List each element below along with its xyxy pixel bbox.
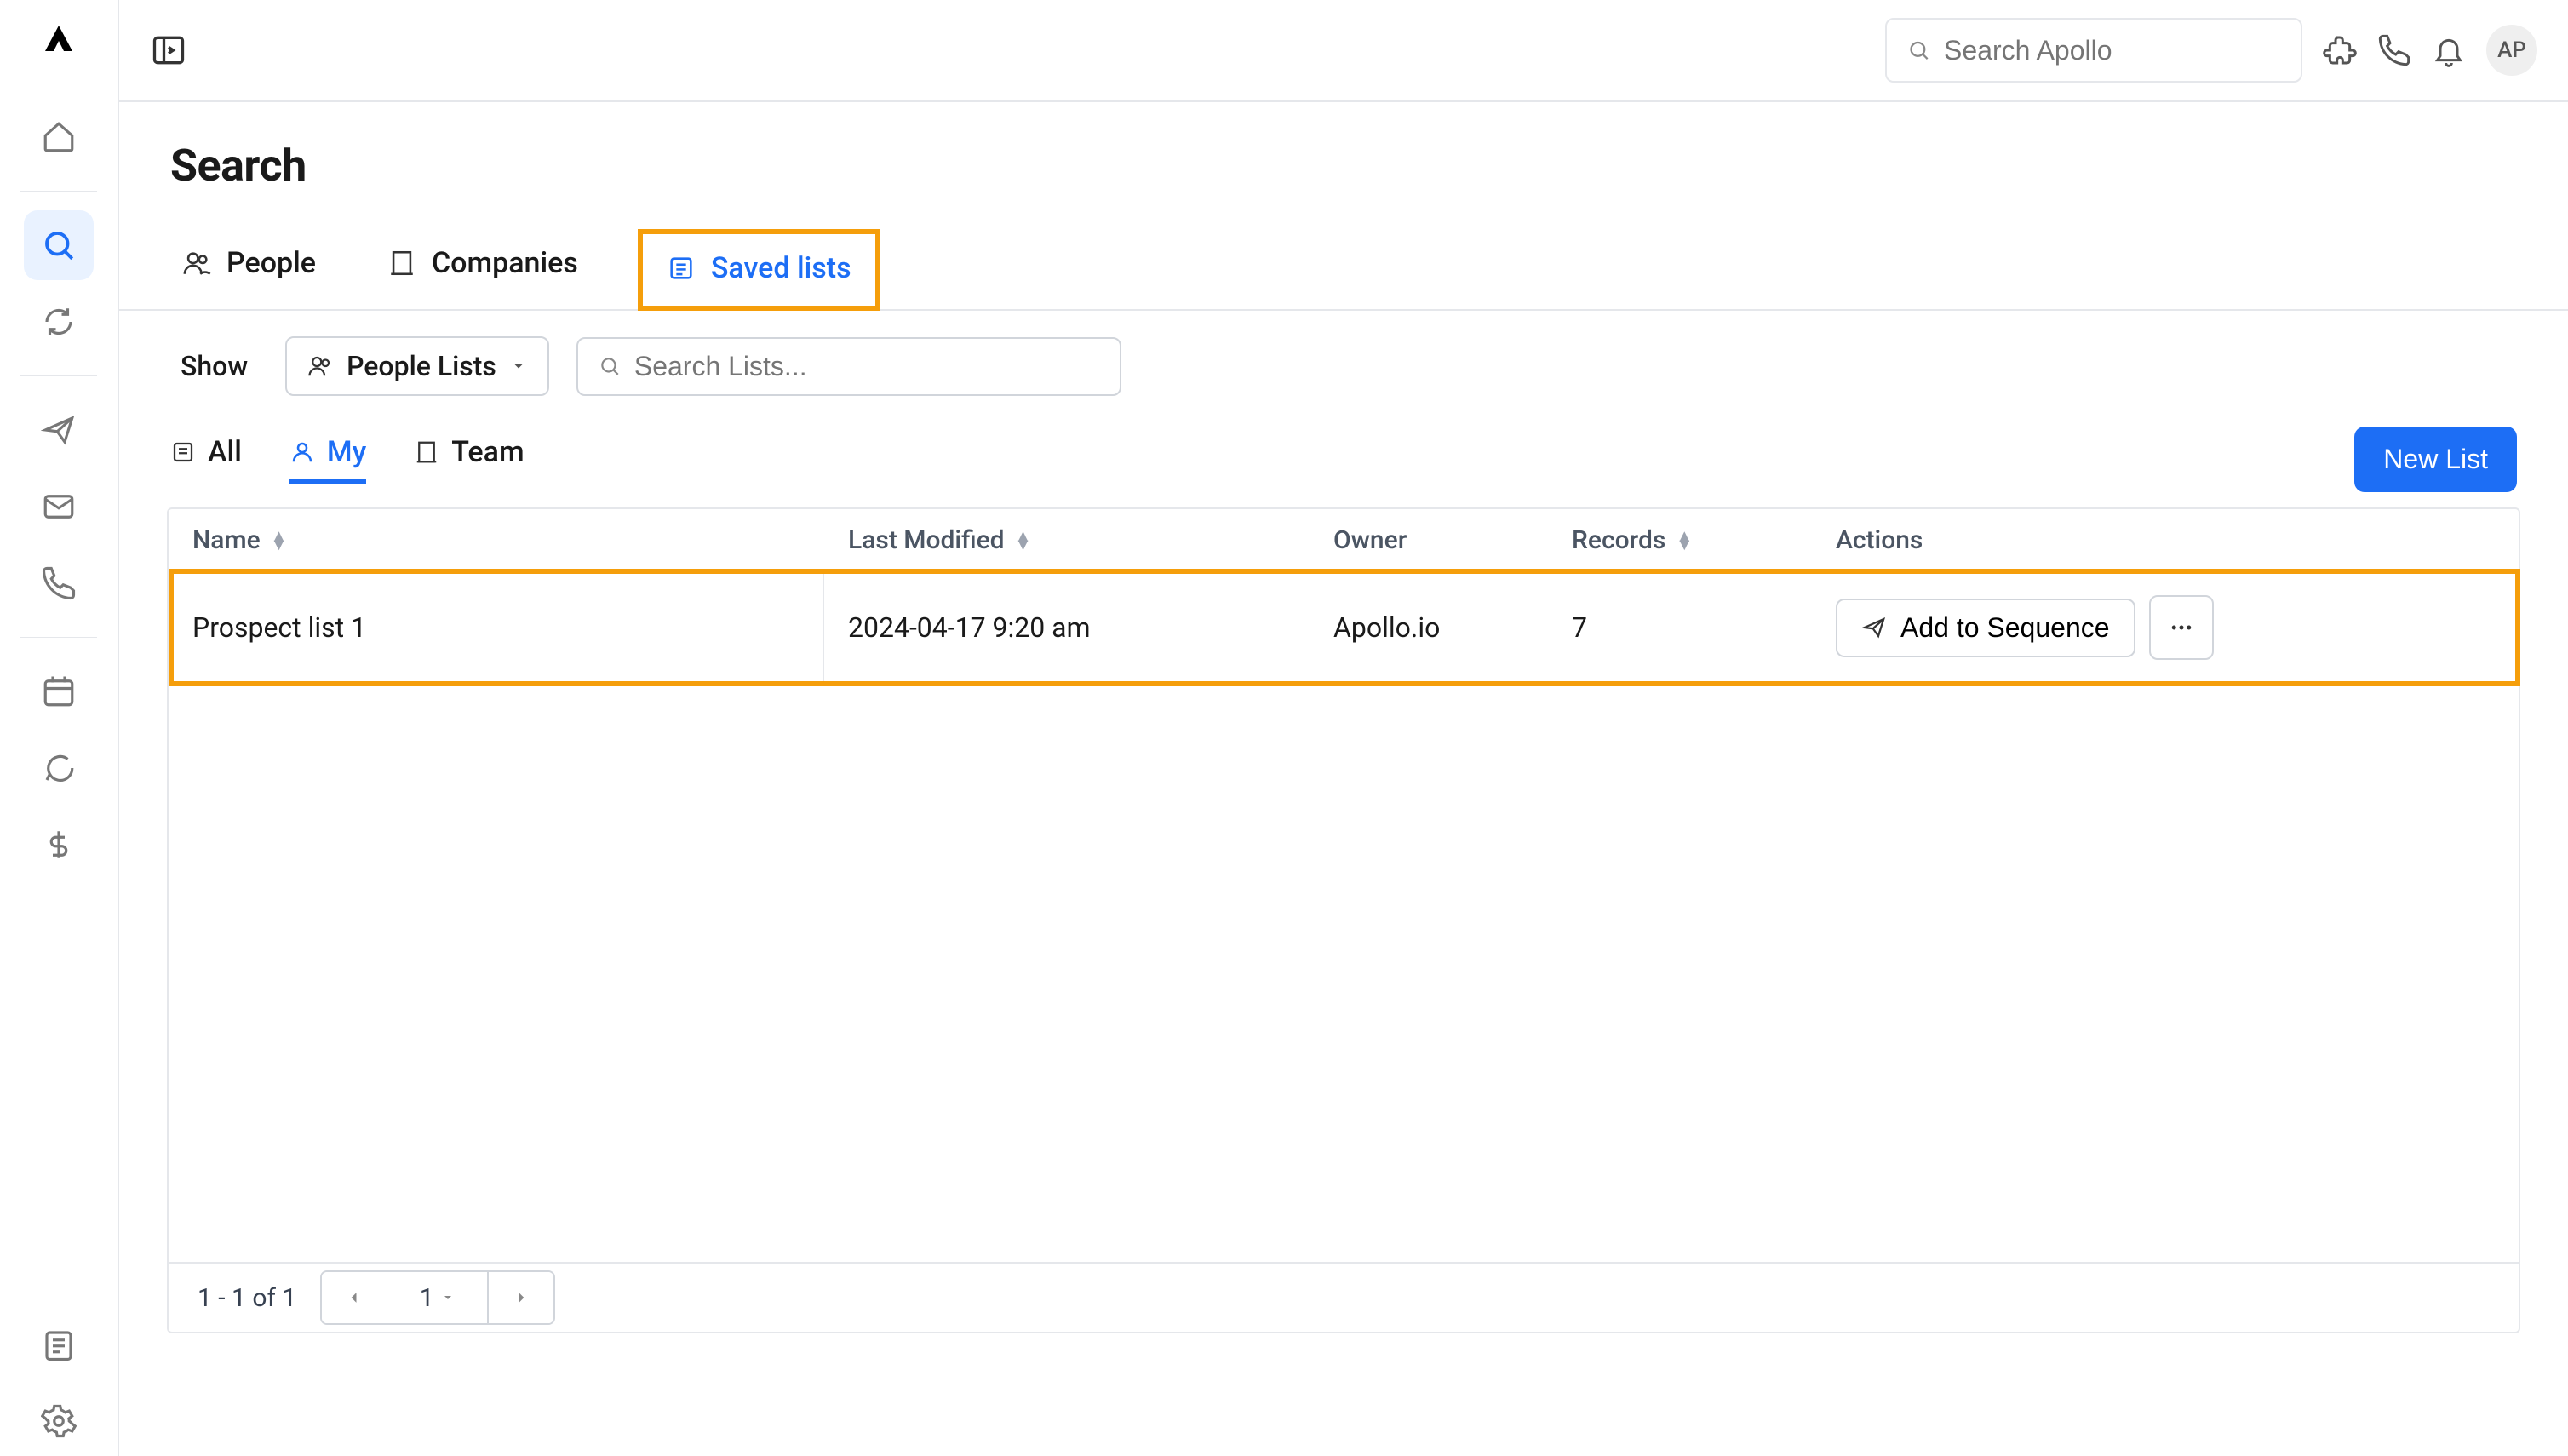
add-to-sequence-button[interactable]: Add to Sequence	[1836, 599, 2135, 657]
col-records[interactable]: Records ▲▼	[1548, 525, 1812, 555]
tab-saved-lists[interactable]: Saved lists	[638, 229, 880, 311]
col-label: Last Modified	[848, 525, 1005, 555]
col-name[interactable]: Name ▲▼	[169, 525, 824, 555]
sort-icon: ▲▼	[1676, 531, 1693, 548]
nav-phone[interactable]	[24, 548, 94, 618]
chevron-left-icon	[346, 1289, 363, 1306]
building-icon	[414, 439, 439, 465]
search-icon	[1907, 37, 1930, 63]
nav-billing[interactable]	[24, 810, 94, 880]
divider	[20, 191, 97, 192]
cell-owner: Apollo.io	[1310, 611, 1548, 644]
global-search-input[interactable]	[1944, 35, 2280, 66]
main-tabs: People Companies Saved lists	[119, 229, 2568, 311]
send-icon	[1861, 615, 1887, 640]
list-icon	[170, 439, 196, 465]
page-title: Search	[170, 140, 2517, 192]
col-label: Actions	[1836, 525, 1923, 555]
nav-mail[interactable]	[24, 472, 94, 542]
col-label: Records	[1572, 525, 1665, 555]
cell-name[interactable]: Prospect list 1	[169, 572, 824, 683]
next-page-button[interactable]	[489, 1272, 553, 1323]
cell-records: 7	[1548, 611, 1812, 644]
page-number: 1	[420, 1283, 434, 1313]
search-icon	[599, 354, 621, 378]
panel-toggle-icon[interactable]	[150, 32, 187, 69]
cell-last-modified: 2024-04-17 9:20 am	[824, 611, 1310, 644]
more-actions-button[interactable]	[2149, 595, 2214, 660]
ellipsis-icon	[2169, 615, 2194, 640]
nav-calendar[interactable]	[24, 656, 94, 726]
page-select[interactable]: 1	[387, 1272, 489, 1323]
people-icon	[182, 249, 211, 278]
chevron-right-icon	[513, 1289, 530, 1306]
pagination: 1 - 1 of 1 1	[169, 1262, 2519, 1332]
button-label: Add to Sequence	[1900, 612, 2110, 644]
pagination-range: 1 - 1 of 1	[198, 1283, 296, 1313]
divider	[20, 637, 97, 638]
search-lists[interactable]	[576, 337, 1121, 396]
tab-label: Companies	[432, 246, 578, 280]
subtab-label: My	[327, 435, 366, 469]
ownership-tabs: All My Team	[170, 435, 524, 484]
table-row[interactable]: Prospect list 1 2024-04-17 9:20 am Apoll…	[169, 572, 2519, 683]
nav-tasks[interactable]	[24, 1310, 94, 1379]
col-actions: Actions	[1812, 525, 2519, 555]
search-lists-input[interactable]	[634, 351, 1099, 382]
sidebar	[0, 0, 119, 1456]
global-search[interactable]	[1885, 18, 2302, 83]
subtab-all[interactable]: All	[170, 435, 242, 484]
list-type-dropdown[interactable]: People Lists	[285, 336, 549, 396]
tab-label: Saved lists	[711, 251, 851, 285]
subtab-label: All	[208, 435, 242, 469]
people-icon	[307, 353, 333, 379]
new-list-button[interactable]: New List	[2354, 427, 2517, 492]
bell-icon[interactable]	[2432, 33, 2466, 67]
show-label: Show	[170, 350, 258, 382]
nav-refresh[interactable]	[24, 287, 94, 357]
col-owner[interactable]: Owner	[1310, 525, 1548, 555]
extension-icon[interactable]	[2323, 33, 2357, 67]
cell-actions: Add to Sequence	[1812, 595, 2519, 660]
prev-page-button[interactable]	[322, 1272, 387, 1323]
table-header: Name ▲▼ Last Modified ▲▼ Owner Records ▲…	[169, 509, 2519, 572]
nav-settings[interactable]	[24, 1386, 94, 1456]
col-label: Owner	[1333, 525, 1407, 555]
list-icon	[667, 254, 696, 283]
sort-icon: ▲▼	[1015, 531, 1032, 548]
col-label: Name	[192, 525, 261, 555]
dropdown-value: People Lists	[347, 350, 496, 382]
subtab-my[interactable]: My	[289, 435, 366, 484]
nav-search[interactable]	[24, 210, 94, 280]
divider	[20, 375, 97, 376]
nav-send[interactable]	[24, 395, 94, 465]
lists-table: Name ▲▼ Last Modified ▲▼ Owner Records ▲…	[167, 507, 2520, 1333]
caret-down-icon	[510, 358, 527, 375]
caret-down-icon	[441, 1291, 455, 1304]
sort-icon: ▲▼	[271, 531, 288, 548]
tab-companies[interactable]: Companies	[375, 229, 590, 309]
toolbar: Show People Lists	[119, 311, 2568, 396]
col-last-modified[interactable]: Last Modified ▲▼	[824, 525, 1310, 555]
tab-label: People	[226, 246, 316, 280]
nav-chat[interactable]	[24, 733, 94, 803]
person-icon	[289, 439, 315, 465]
subtab-label: Team	[451, 435, 524, 469]
topbar: AP	[119, 0, 2568, 102]
nav-home[interactable]	[24, 102, 94, 172]
subtab-team[interactable]: Team	[414, 435, 524, 484]
building-icon	[387, 249, 416, 278]
avatar[interactable]: AP	[2486, 25, 2537, 76]
tab-people[interactable]: People	[170, 229, 328, 309]
app-logo-icon[interactable]	[38, 20, 79, 61]
call-icon[interactable]	[2377, 33, 2411, 67]
